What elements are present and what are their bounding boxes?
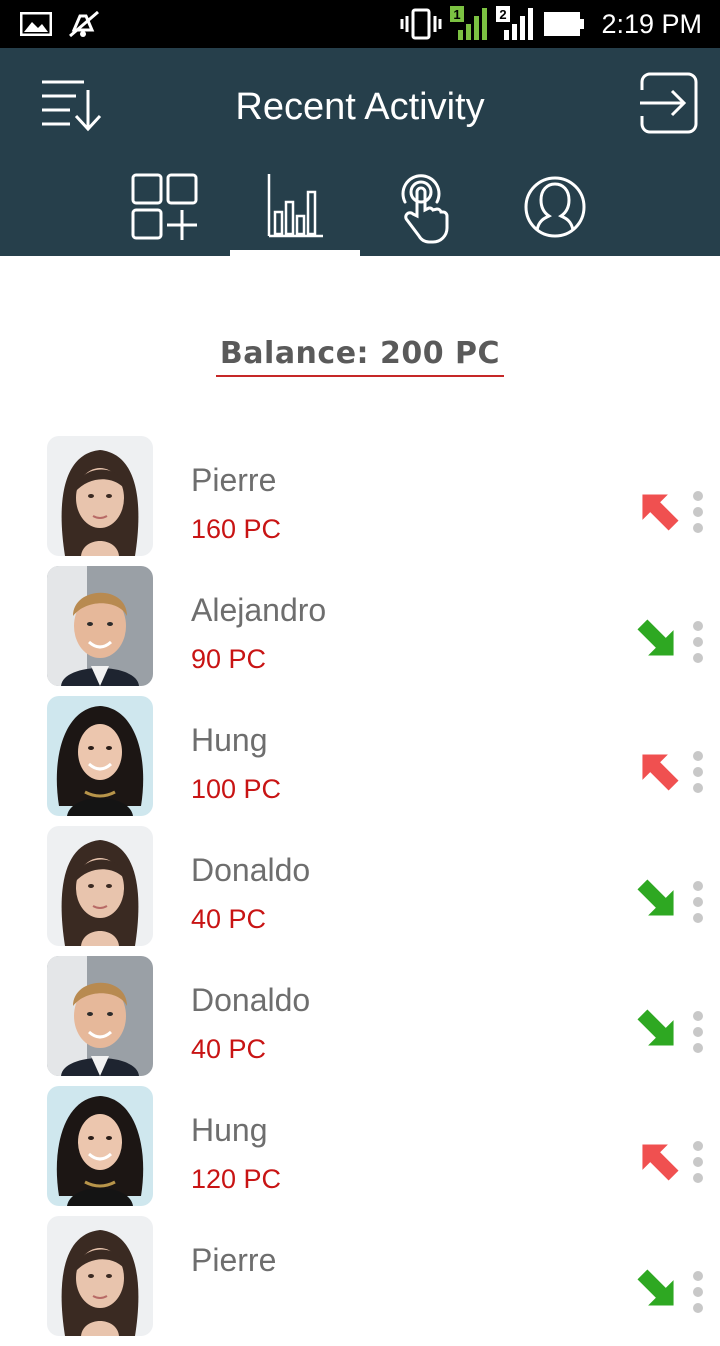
incoming-arrow-icon [637,1009,674,1046]
logout-button[interactable] [638,72,700,134]
avatar [47,696,153,816]
outgoing-arrow-icon [642,494,679,531]
balance-text: Balance: 200 PC [215,336,505,377]
svg-text:2: 2 [499,7,506,22]
more-vert-icon [693,491,703,533]
transaction-direction [636,1138,680,1182]
transaction-direction [636,618,680,662]
more-vert-icon [693,881,703,923]
contact-name: Donaldo [191,982,311,1018]
dashboard-add-icon [131,173,198,240]
more-vert-icon [693,1141,703,1183]
tab-statistics[interactable] [230,166,360,256]
list-item[interactable]: Pierre [0,1216,720,1346]
transaction-amount: 40 PC [191,1034,267,1064]
transaction-direction [636,1268,680,1312]
image-icon [20,12,52,36]
avatar [47,566,153,686]
more-options-button[interactable] [690,1010,706,1054]
contact-name: Donaldo [191,852,311,888]
balance-heading: Balance: 200 PC [0,336,720,377]
contact-name: Pierre [191,462,277,498]
page-title: Recent Activity [235,86,485,128]
list-item[interactable]: Alejandro 90 PC [0,566,720,696]
more-vert-icon [693,751,703,793]
transaction-amount: 90 PC [191,644,267,674]
outgoing-arrow-icon [642,754,679,791]
contact-name: Pierre [191,1242,277,1278]
transaction-direction [636,488,680,532]
avatar [47,826,153,946]
more-options-button[interactable] [690,750,706,794]
tab-touch[interactable] [360,166,490,256]
list-item[interactable]: Donaldo 40 PC [0,956,720,1086]
outgoing-arrow-icon [642,1144,679,1181]
avatar [47,956,153,1076]
list-item[interactable]: Hung 100 PC [0,696,720,826]
avatar [47,1216,153,1336]
transaction-direction [636,878,680,922]
more-vert-icon [693,1271,703,1313]
more-options-button[interactable] [690,1270,706,1314]
more-options-button[interactable] [690,620,706,664]
svg-text:1: 1 [453,7,460,22]
app-header: Recent Activity [0,48,720,256]
mute-icon [69,10,99,38]
list-item[interactable]: Pierre 160 PC [0,436,720,566]
signal-sim1-icon: 1 [450,6,487,40]
more-options-button[interactable] [690,1140,706,1184]
list-item[interactable]: Donaldo 40 PC [0,826,720,956]
more-options-button[interactable] [690,880,706,924]
touch-icon [401,174,449,244]
status-bar: 1 2 2:19 PM [0,0,720,48]
list-item[interactable]: Hung 120 PC [0,1086,720,1216]
tab-dashboard[interactable] [100,166,230,256]
signal-sim2-icon: 2 [496,6,533,40]
incoming-arrow-icon [637,619,674,656]
more-options-button[interactable] [690,490,706,534]
logout-icon [640,72,698,134]
incoming-arrow-icon [637,1269,674,1306]
more-vert-icon [693,1011,703,1053]
transaction-amount: 40 PC [191,904,267,934]
tab-profile[interactable] [490,166,620,256]
contact-name: Alejandro [191,592,327,628]
transaction-amount: 160 PC [191,514,282,544]
transaction-direction [636,748,680,792]
contact-name: Hung [191,1112,268,1148]
vibrate-icon [400,8,442,40]
active-tab-indicator [230,250,360,256]
avatar [47,436,153,556]
more-vert-icon [693,621,703,663]
bar-chart-icon [267,174,323,238]
transaction-direction [636,1008,680,1052]
transaction-amount: 100 PC [191,774,282,804]
profile-icon [524,176,586,238]
avatar [47,1086,153,1206]
incoming-arrow-icon [637,879,674,916]
transaction-amount: 120 PC [191,1164,282,1194]
battery-icon [544,12,584,36]
status-time: 2:19 PM [601,9,702,39]
contact-name: Hung [191,722,268,758]
